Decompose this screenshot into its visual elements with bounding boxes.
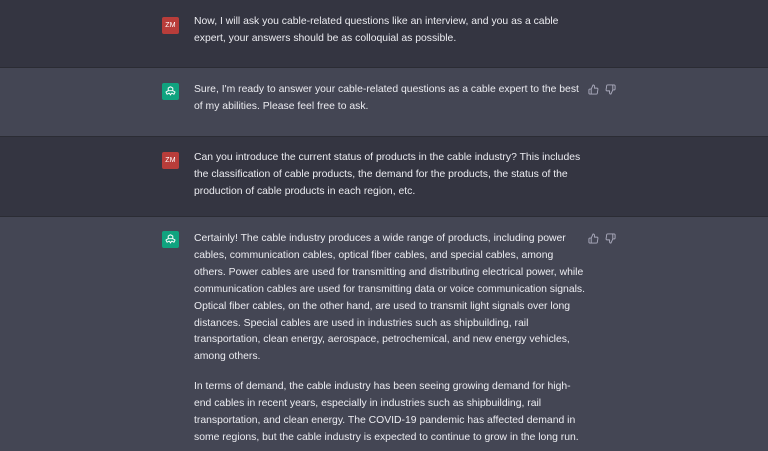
message-text: Certainly! The cable industry produces a… (194, 231, 586, 451)
thumbs-down-icon[interactable] (605, 84, 616, 95)
message-paragraph: Now, I will ask you cable-related questi… (194, 16, 559, 44)
openai-logo-icon (162, 83, 179, 100)
message-text: Now, I will ask you cable-related questi… (194, 14, 586, 61)
user-message: ZM Now, I will ask you cable-related que… (0, 0, 768, 68)
conversation-thread: ZM Now, I will ask you cable-related que… (0, 0, 768, 451)
message-text: Can you introduce the current status of … (194, 150, 586, 214)
message-paragraph: Can you introduce the current status of … (194, 152, 581, 197)
user-avatar: ZM (162, 17, 179, 34)
assistant-message: Certainly! The cable industry produces a… (0, 217, 768, 451)
message-text: Sure, I'm ready to answer your cable-rel… (194, 82, 586, 129)
user-avatar: ZM (162, 152, 179, 169)
message-paragraph: Certainly! The cable industry produces a… (194, 233, 585, 363)
message-paragraph: In terms of demand, the cable industry h… (194, 381, 579, 443)
assistant-message: Sure, I'm ready to answer your cable-rel… (0, 68, 768, 137)
feedback-buttons (588, 84, 616, 95)
thumbs-up-icon[interactable] (588, 233, 599, 244)
thumbs-down-icon[interactable] (605, 233, 616, 244)
message-paragraph: Sure, I'm ready to answer your cable-rel… (194, 84, 579, 112)
feedback-buttons (588, 233, 616, 244)
user-message: ZM Can you introduce the current status … (0, 137, 768, 217)
thumbs-up-icon[interactable] (588, 84, 599, 95)
openai-logo-icon (162, 231, 179, 248)
